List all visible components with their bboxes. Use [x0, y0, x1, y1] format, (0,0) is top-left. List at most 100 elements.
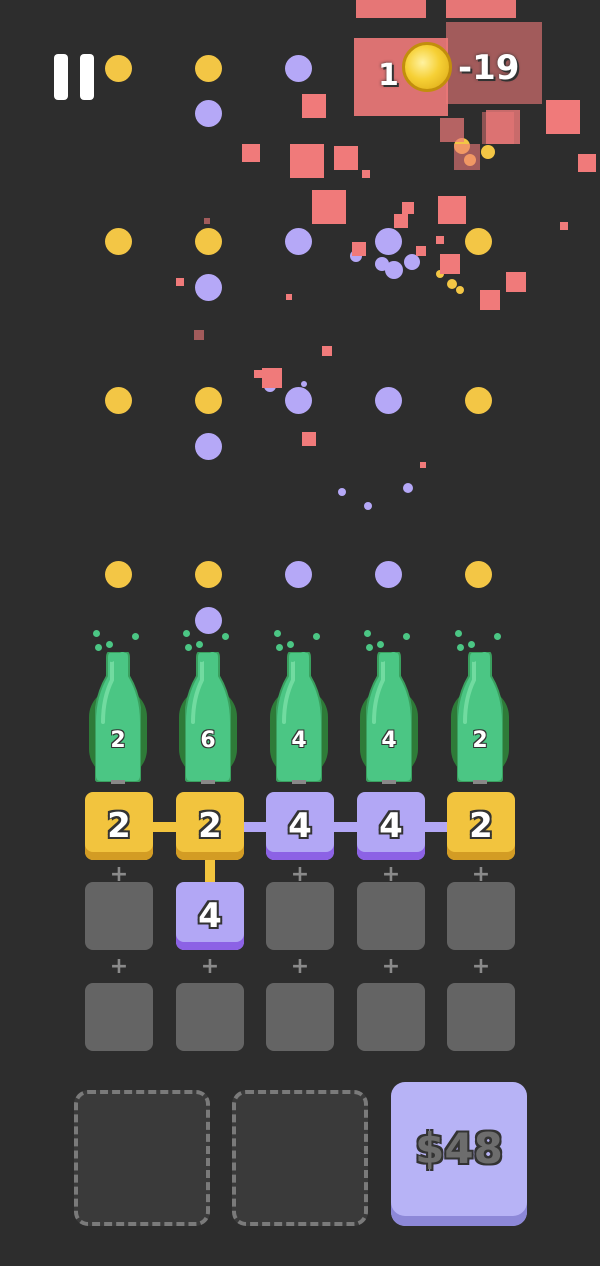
splash-drop: [222, 633, 229, 640]
plus-icon: +: [109, 954, 129, 979]
number-tile[interactable]: 2: [447, 792, 515, 860]
purple-ball: [374, 386, 402, 414]
empty-cell[interactable]: [266, 882, 334, 950]
splash-drop: [183, 630, 190, 637]
empty-cell[interactable]: [266, 983, 334, 1051]
purple-ball: [194, 99, 222, 127]
particle-square: [560, 222, 568, 230]
number-tile[interactable]: 2: [176, 792, 244, 860]
bottle-count: 4: [381, 728, 397, 753]
bottle-connector: [292, 780, 306, 784]
splash-drop: [468, 641, 475, 648]
plus-icon: +: [471, 954, 491, 979]
plus-icon: +: [109, 862, 129, 887]
bottle-icon: [457, 652, 503, 782]
particle-square: [440, 254, 460, 274]
purple-ball: [404, 254, 420, 270]
yellow-ball: [456, 286, 464, 294]
coin-icon: [402, 42, 452, 92]
splash-drop: [390, 652, 397, 659]
buy-tile-button[interactable]: $48: [391, 1082, 527, 1226]
empty-cell[interactable]: [447, 983, 515, 1051]
purple-ball: [284, 386, 312, 414]
purple-ball: [375, 257, 389, 271]
particle-square: [194, 330, 204, 340]
splash-drop: [119, 652, 126, 659]
plus-icon: +: [381, 954, 401, 979]
purple-ball: [301, 381, 307, 387]
number-tile[interactable]: 4: [176, 882, 244, 950]
plus-icon: +: [200, 954, 220, 979]
bottle-count: 2: [472, 728, 488, 753]
yellow-ball: [464, 386, 492, 414]
plus-icon: +: [381, 862, 401, 887]
particle-square: [312, 190, 346, 224]
empty-cell[interactable]: [85, 882, 153, 950]
particle-square: [254, 370, 262, 378]
empty-cell[interactable]: [357, 983, 425, 1051]
particle-square: [356, 0, 426, 18]
bottle-4: 4: [360, 648, 418, 782]
purple-ball: [194, 432, 222, 460]
number-tile[interactable]: 4: [266, 792, 334, 860]
bottle-icon: [95, 652, 141, 782]
purple-ball: [284, 54, 312, 82]
bottle-connector: [201, 780, 215, 784]
price-label: $48: [415, 1124, 503, 1173]
splash-drop: [95, 644, 102, 651]
purple-ball: [403, 483, 413, 493]
particle-square: [486, 110, 520, 144]
particle-square: [262, 368, 282, 388]
splash-drop: [276, 644, 283, 651]
bottle-count: 6: [200, 728, 216, 753]
empty-cell[interactable]: [447, 882, 515, 950]
tile-value: 2: [469, 806, 493, 846]
splash-drop: [300, 652, 307, 659]
plus-icon: +: [290, 862, 310, 887]
yellow-ball: [481, 145, 495, 159]
splash-drop: [132, 633, 139, 640]
particle-square: [420, 462, 426, 468]
splash-drop: [196, 641, 203, 648]
splash-drop: [364, 630, 371, 637]
splash-drop: [209, 652, 216, 659]
splash-drop: [470, 655, 477, 662]
empty-cell[interactable]: [176, 983, 244, 1051]
plus-icon: +: [471, 862, 491, 887]
tile-value: 2: [107, 806, 131, 846]
empty-cell[interactable]: [85, 983, 153, 1051]
bottle-connector: [382, 780, 396, 784]
particle-square: [290, 144, 324, 178]
splash-drop: [481, 652, 488, 659]
splash-drop: [287, 641, 294, 648]
splash-drop: [494, 633, 501, 640]
yellow-ball: [104, 227, 132, 255]
yellow-ball: [104, 386, 132, 414]
bottle-connector: [473, 780, 487, 784]
splash-drop: [93, 630, 100, 637]
bottle-icon: [185, 652, 231, 782]
particle-square: [506, 272, 526, 292]
purple-ball: [194, 273, 222, 301]
particle-square: [302, 432, 316, 446]
yellow-ball: [194, 54, 222, 82]
purple-ball: [338, 488, 346, 496]
tile-value: 2: [198, 806, 222, 846]
empty-slot-1[interactable]: [74, 1090, 210, 1226]
empty-cell[interactable]: [357, 882, 425, 950]
bottle-count: 2: [110, 728, 126, 753]
number-tile[interactable]: 4: [357, 792, 425, 860]
bottle-3: 4: [270, 648, 328, 782]
empty-slot-2[interactable]: [232, 1090, 368, 1226]
bottle-5: 2: [451, 648, 509, 782]
splash-drop: [106, 641, 113, 648]
particle-square: [242, 144, 260, 162]
particle-square: [578, 154, 596, 172]
particle-square: [454, 144, 480, 170]
bottle-2: 6: [179, 648, 237, 782]
splash-drop: [457, 644, 464, 651]
splash-drop: [377, 641, 384, 648]
splash-drop: [185, 644, 192, 651]
number-tile[interactable]: 2: [85, 792, 153, 860]
particle-square: [334, 146, 358, 170]
